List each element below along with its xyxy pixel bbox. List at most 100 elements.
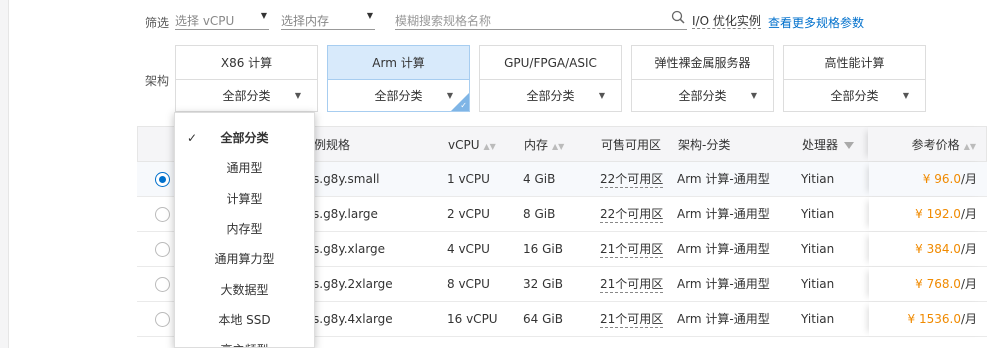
zones-link[interactable]: 22个可用区 xyxy=(600,171,664,188)
arch-card-hpc[interactable]: 高性能计算 全部分类 ▼ xyxy=(783,45,926,112)
cell-arch: Arm 计算-通用型 xyxy=(677,207,770,221)
arch-category-value: 全部分类 xyxy=(678,89,727,103)
cell-processor: Yitian xyxy=(801,242,835,256)
caret-down-icon: ▼ xyxy=(260,11,267,20)
price-unit: /月 xyxy=(960,242,977,256)
price-value: ¥ 384.0 xyxy=(915,242,961,256)
cell-vcpu: 8 vCPU xyxy=(447,277,490,291)
zones-link[interactable]: 22个可用区 xyxy=(600,206,664,223)
header-vcpu[interactable]: vCPU ▲▼ xyxy=(448,127,496,163)
arch-card-bare-metal[interactable]: 弹性裸金属服务器 全部分类 ▼ xyxy=(631,45,774,112)
check-icon: ✓ xyxy=(460,101,467,110)
zones-link[interactable]: 21个可用区 xyxy=(600,311,664,328)
sort-icon[interactable]: ▲▼ xyxy=(484,142,496,151)
cell-spec: s.g8y.4xlarge xyxy=(313,312,393,326)
price-cell: ¥ 768.0/月 xyxy=(869,267,987,301)
filter-icon[interactable] xyxy=(844,142,855,149)
cell-processor: Yitian xyxy=(801,207,835,221)
dropdown-item-universal[interactable]: 通用算力型 xyxy=(175,244,314,274)
arch-category-value: 全部分类 xyxy=(374,89,423,103)
cell-zones[interactable]: 21个可用区 xyxy=(600,232,664,267)
price-unit: /月 xyxy=(960,312,977,326)
row-radio[interactable] xyxy=(155,312,170,327)
arch-category-select[interactable]: 全部分类 ▼ xyxy=(176,80,317,112)
dropdown-item-general[interactable]: 通用型 xyxy=(175,153,314,183)
header-processor-label: 处理器 xyxy=(802,138,839,152)
cell-processor: Yitian xyxy=(801,172,835,186)
check-icon: ✓ xyxy=(187,131,198,145)
vcpu-select-placeholder: 选择 vCPU xyxy=(175,14,235,28)
price-cell: ¥ 96.0/月 xyxy=(869,162,987,196)
io-optimized-label[interactable]: I/O 优化实例 xyxy=(692,14,761,29)
cell-arch: Arm 计算-通用型 xyxy=(677,172,770,186)
cell-zones[interactable]: 22个可用区 xyxy=(600,197,664,232)
category-dropdown-menu: ✓ 全部分类 通用型 计算型 内存型 通用算力型 大数据型 本地 SSD 高主频… xyxy=(174,112,315,348)
price-unit: /月 xyxy=(960,172,977,186)
memory-select[interactable]: 选择内存 ▼ xyxy=(281,8,375,30)
zones-link[interactable]: 21个可用区 xyxy=(600,241,664,258)
row-radio[interactable] xyxy=(155,242,170,257)
cell-spec: s.g8y.2xlarge xyxy=(313,277,393,291)
cell-vcpu: 1 vCPU xyxy=(447,172,490,186)
caret-down-icon: ▼ xyxy=(902,91,909,100)
cell-zones[interactable]: 21个可用区 xyxy=(600,267,664,302)
arch-card-title[interactable]: X86 计算 xyxy=(176,46,317,80)
cell-memory: 64 GiB xyxy=(523,312,563,326)
price-value: ¥ 768.0 xyxy=(915,277,961,291)
dropdown-item-compute[interactable]: 计算型 xyxy=(175,184,314,214)
arch-card-arm[interactable]: Arm 计算 全部分类 ▼ ✓ xyxy=(327,45,470,112)
dropdown-item-local-ssd[interactable]: 本地 SSD xyxy=(175,305,314,335)
cell-vcpu: 16 vCPU xyxy=(447,312,498,326)
architecture-label: 架构 xyxy=(145,74,170,88)
price-value: ¥ 192.0 xyxy=(915,207,961,221)
header-processor[interactable]: 处理器 xyxy=(802,127,855,163)
dropdown-item-memory[interactable]: 内存型 xyxy=(175,214,314,244)
vcpu-select[interactable]: 选择 vCPU ▼ xyxy=(175,8,269,30)
dropdown-item-all[interactable]: ✓ 全部分类 xyxy=(175,123,314,153)
arch-category-select[interactable]: 全部分类 ▼ xyxy=(632,80,773,112)
header-price[interactable]: 参考价格 ▲▼ xyxy=(912,127,976,163)
arch-category-value: 全部分类 xyxy=(222,89,271,103)
cell-memory: 16 GiB xyxy=(523,242,563,256)
caret-down-icon: ▼ xyxy=(750,91,757,100)
arch-card-title[interactable]: 弹性裸金属服务器 xyxy=(632,46,773,80)
arch-category-select[interactable]: 全部分类 ▼ xyxy=(480,80,621,112)
arch-category-select[interactable]: 全部分类 ▼ xyxy=(784,80,925,112)
header-vcpu-label: vCPU xyxy=(448,138,480,152)
spec-search-input[interactable]: 模糊搜索规格名称 xyxy=(395,8,687,30)
cell-spec: s.g8y.small xyxy=(313,172,380,186)
sort-icon[interactable]: ▲▼ xyxy=(552,142,564,151)
arch-card-title[interactable]: GPU/FPGA/ASIC xyxy=(480,46,621,80)
sort-icon[interactable]: ▲▼ xyxy=(964,142,976,151)
dropdown-item-bigdata[interactable]: 大数据型 xyxy=(175,275,314,305)
dropdown-item-high-freq[interactable]: 高主频型 xyxy=(175,335,314,347)
price-value: ¥ 1536.0 xyxy=(907,312,961,326)
price-unit: /月 xyxy=(960,277,977,291)
cell-processor: Yitian xyxy=(801,312,835,326)
cell-arch: Arm 计算-通用型 xyxy=(677,312,770,326)
arch-card-title[interactable]: 高性能计算 xyxy=(784,46,925,80)
row-radio[interactable] xyxy=(155,172,170,187)
arch-category-select[interactable]: 全部分类 ▼ xyxy=(328,80,469,112)
price-unit: /月 xyxy=(960,207,977,221)
cell-arch: Arm 计算-通用型 xyxy=(677,277,770,291)
search-input-placeholder: 模糊搜索规格名称 xyxy=(395,14,492,28)
caret-down-icon: ▼ xyxy=(598,91,605,100)
row-radio[interactable] xyxy=(155,207,170,222)
zones-link[interactable]: 21个可用区 xyxy=(600,276,664,293)
price-column-header: 参考价格 ▲▼ xyxy=(868,127,986,161)
filter-label: 筛选 xyxy=(145,16,170,30)
more-specs-link[interactable]: 查看更多规格参数 xyxy=(768,14,864,31)
spec-selector-panel: 筛选 选择 vCPU ▼ 选择内存 ▼ 模糊搜索规格名称 I/O 优化实例 查看… xyxy=(8,0,1003,348)
cell-zones[interactable]: 22个可用区 xyxy=(600,162,664,197)
arch-card-x86[interactable]: X86 计算 全部分类 ▼ xyxy=(175,45,318,112)
price-cell: ¥ 192.0/月 xyxy=(869,197,987,231)
cell-spec: s.g8y.large xyxy=(313,207,378,221)
arch-card-gpu[interactable]: GPU/FPGA/ASIC 全部分类 ▼ xyxy=(479,45,622,112)
search-icon[interactable] xyxy=(671,10,685,24)
arch-card-title[interactable]: Arm 计算 xyxy=(328,46,469,80)
row-radio[interactable] xyxy=(155,277,170,292)
header-memory[interactable]: 内存 ▲▼ xyxy=(524,127,564,163)
arch-category-value: 全部分类 xyxy=(526,89,575,103)
cell-zones[interactable]: 21个可用区 xyxy=(600,302,664,337)
